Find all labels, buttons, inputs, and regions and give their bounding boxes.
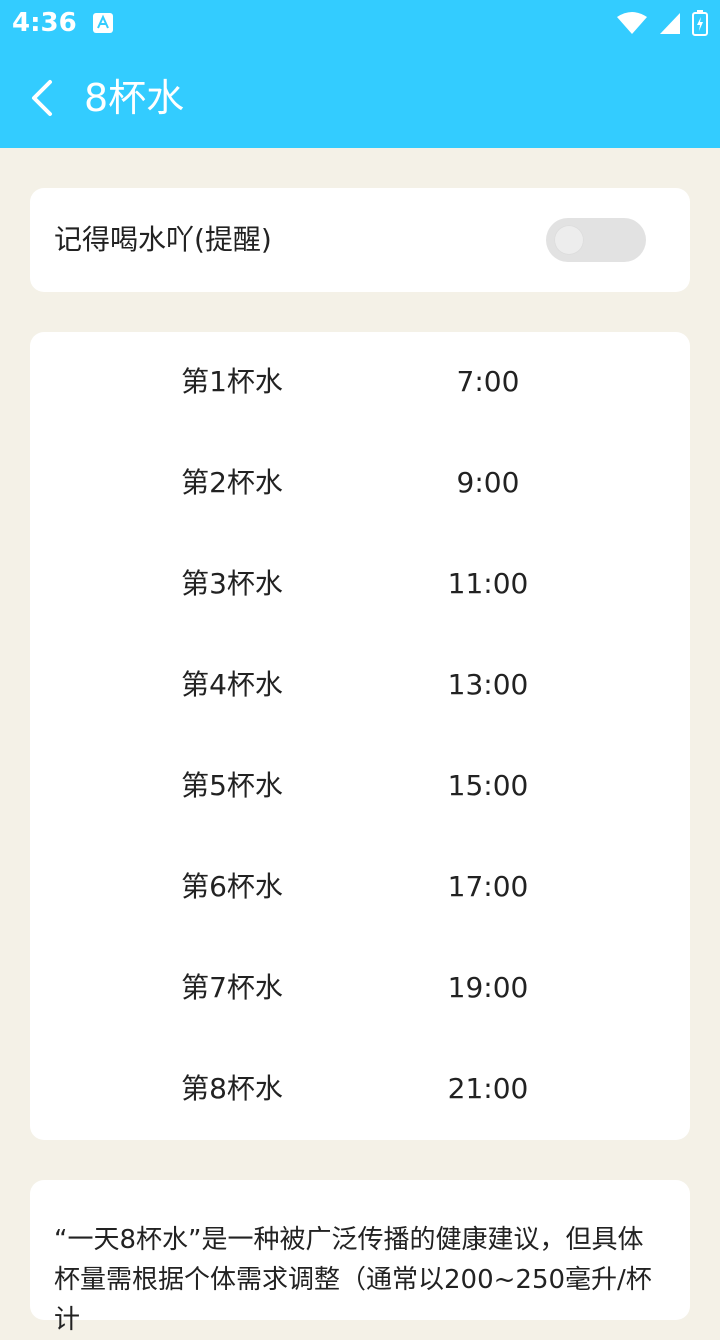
reminder-label: 记得喝水吖(提醒) [54, 223, 272, 256]
app-notification-icon [92, 12, 114, 34]
reminder-card: 记得喝水吖(提醒) [30, 188, 690, 292]
back-button[interactable] [20, 74, 68, 122]
schedule-row[interactable]: 第5杯水 15:00 [30, 736, 690, 837]
info-card: “一天8杯水”是一种被广泛传播的健康建议，但具体杯量需根据个体需求调整（通常以2… [30, 1180, 690, 1335]
cup-label: 第8杯水 [181, 1072, 283, 1105]
cup-time: 11:00 [447, 567, 529, 600]
status-bar: 4:36 [0, 0, 720, 48]
cup-time: 19:00 [447, 971, 529, 1004]
cup-time: 15:00 [447, 769, 529, 802]
toggle-knob [554, 225, 584, 255]
cup-label: 第7杯水 [181, 971, 283, 1004]
cup-label: 第4杯水 [181, 668, 283, 701]
schedule-row[interactable]: 第3杯水 11:00 [30, 534, 690, 635]
cup-label: 第1杯水 [181, 365, 283, 398]
status-icons [616, 10, 708, 40]
schedule-row[interactable]: 第8杯水 21:00 [30, 1039, 690, 1140]
info-text: “一天8杯水”是一种被广泛传播的健康建议，但具体杯量需根据个体需求调整（通常以2… [54, 1225, 652, 1335]
cup-time: 17:00 [447, 870, 529, 903]
cup-label: 第5杯水 [181, 769, 283, 802]
back-arrow-icon [20, 80, 68, 126]
schedule-row[interactable]: 第7杯水 19:00 [30, 938, 690, 1039]
wifi-icon [616, 11, 648, 39]
cup-label: 第6杯水 [181, 870, 283, 903]
app-bar: 8杯水 [0, 48, 720, 148]
reminder-toggle[interactable] [546, 218, 646, 262]
cup-label: 第2杯水 [181, 466, 283, 499]
cup-time: 13:00 [447, 668, 529, 701]
battery-icon [692, 10, 708, 40]
page-title: 8杯水 [84, 76, 185, 120]
schedule-row[interactable]: 第1杯水 7:00 [30, 332, 690, 433]
cup-label: 第3杯水 [181, 567, 283, 600]
schedule-row[interactable]: 第2杯水 9:00 [30, 433, 690, 534]
cup-time: 9:00 [456, 466, 520, 499]
schedule-row[interactable]: 第6杯水 17:00 [30, 837, 690, 938]
cup-time: 7:00 [456, 365, 520, 398]
schedule-card: 第1杯水 7:00 第2杯水 9:00 第3杯水 11:00 第4杯水 13:0… [30, 332, 690, 1140]
cell-signal-icon [658, 11, 682, 39]
status-time: 4:36 [12, 8, 77, 38]
schedule-row[interactable]: 第4杯水 13:00 [30, 635, 690, 736]
cup-time: 21:00 [447, 1072, 529, 1105]
